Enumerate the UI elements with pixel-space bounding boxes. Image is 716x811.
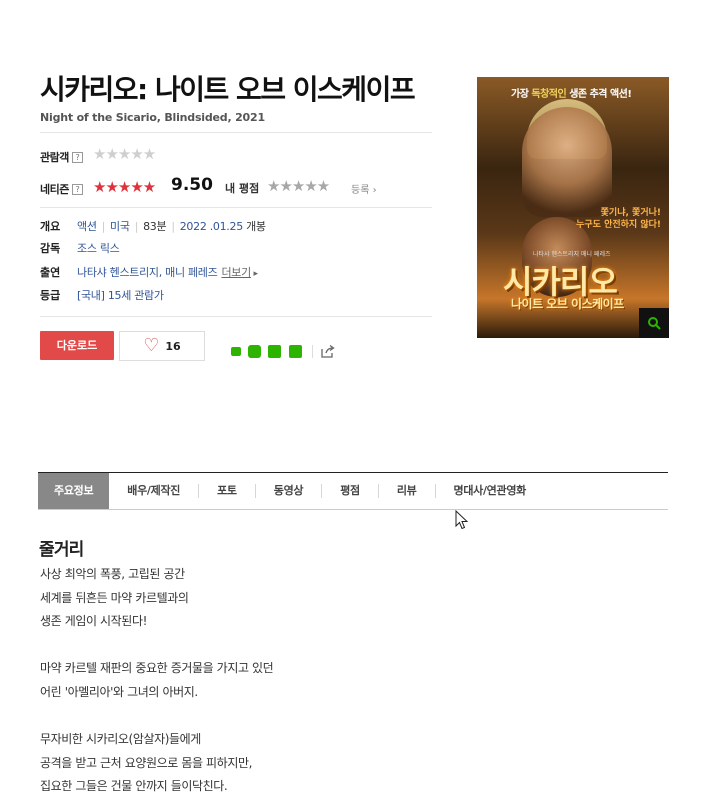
cast-label: 출연: [40, 266, 61, 279]
netizen-stars: ★★★★★: [93, 178, 156, 196]
divider: [40, 132, 432, 133]
director-link[interactable]: 조스 릭스: [77, 242, 120, 255]
synopsis-line: 마약 카르텔 재판의 중요한 증거물을 가지고 있던: [40, 661, 274, 676]
help-icon[interactable]: ?: [71, 184, 83, 195]
tab-bar: 주요정보 배우/제작진 포토 동영상 평점 리뷰 명대사/연관영화: [38, 472, 668, 510]
synopsis-line: 사상 최악의 폭풍, 고립된 공간: [40, 567, 185, 581]
synopsis-line: 무자비한 시카리오(암살자)들에게: [40, 732, 201, 747]
synopsis-title: 줄거리: [39, 540, 84, 560]
grade-region: [국내]: [77, 289, 105, 302]
more-cast-link[interactable]: 더보기: [221, 266, 251, 279]
synopsis-line: 집요한 그들은 건물 안까지 들이닥친다.: [40, 779, 228, 794]
synopsis-line: 세계를 뒤흔든 마약 카르텔과의: [40, 590, 189, 605]
runtime: 83분: [143, 220, 167, 233]
poster-subtitle: 나이트 오브 이스케이프: [511, 297, 624, 311]
help-icon[interactable]: ?: [71, 152, 83, 163]
synopsis-line: [40, 705, 273, 729]
tab-photo[interactable]: 포토: [199, 484, 256, 498]
mouse-cursor-icon: [455, 510, 469, 530]
tab-video[interactable]: 동영상: [256, 484, 323, 498]
audience-stars: ★★★★★: [93, 145, 156, 163]
divider: [312, 345, 313, 358]
movie-title: 시카리오: 나이트 오브 이스케이프: [40, 73, 416, 106]
synopsis-line: [40, 634, 273, 658]
like-button[interactable]: ♡ 16: [119, 331, 205, 361]
share-icon[interactable]: [320, 344, 335, 359]
my-rating-stars[interactable]: ★★★★★: [267, 178, 330, 194]
director-label: 감독: [40, 242, 61, 255]
tab-rating[interactable]: 평점: [322, 484, 379, 498]
grade-link[interactable]: 15세 관람가: [108, 289, 164, 302]
netizen-score: 9.50: [171, 175, 213, 195]
poster-figure: [522, 107, 612, 217]
netizen-rating-label: 네티즌?: [40, 181, 83, 197]
zoom-button[interactable]: [639, 308, 669, 338]
cast-link[interactable]: 나타샤 헨스트리지, 매니 페레즈: [77, 266, 218, 279]
movie-poster[interactable]: 가장 독창적인 생존 추격 액션! 쫓기냐, 쫓거나! 누구도 안전하지 않다!…: [477, 77, 669, 338]
poster-side-text: 쫓기냐, 쫓거나! 누구도 안전하지 않다!: [576, 208, 661, 230]
synopsis-line: 어린 '아멜리아'와 그녀의 아버지.: [40, 684, 198, 699]
keep-share-icon[interactable]: [289, 345, 302, 358]
like-count: 16: [165, 339, 181, 353]
tab-quotes-related[interactable]: 명대사/연관영화: [436, 484, 544, 498]
audience-rating-label: 관람객?: [40, 149, 83, 165]
heart-icon: ♡: [143, 335, 160, 356]
movie-subtitle: Night of the Sicario, Blindsided, 2021: [40, 111, 265, 124]
grade-label: 등급: [40, 289, 61, 302]
band-share-icon[interactable]: [248, 345, 261, 358]
divider: [40, 316, 432, 317]
chevron-right-icon: ›: [372, 185, 377, 196]
synopsis-line: 공격을 받고 근처 요양원으로 몸을 피하지만,: [40, 755, 253, 770]
synopsis-text: 사상 최악의 폭풍, 고립된 공간 세계를 뒤흔든 마약 카르텔과의 생존 게임…: [40, 563, 274, 799]
tab-main-info[interactable]: 주요정보: [38, 473, 110, 509]
tab-review[interactable]: 리뷰: [379, 484, 436, 498]
register-rating-link[interactable]: 등록 ›: [351, 181, 377, 196]
divider: [40, 207, 432, 208]
tab-cast-crew[interactable]: 배우/제작진: [109, 484, 200, 498]
synopsis-line: 생존 게임이 시작된다!: [40, 614, 148, 629]
search-icon: [648, 317, 661, 330]
overview-label: 개요: [40, 220, 61, 233]
line-share-icon[interactable]: [231, 347, 241, 356]
chevron-right-icon: ▸: [250, 269, 258, 279]
release-date-link[interactable]: 2022 .01.25: [180, 220, 243, 233]
bookmark-share-icon[interactable]: [268, 345, 281, 358]
release-suffix: 개봉: [246, 220, 266, 233]
overview-values: 액션 | 미국 | 83분 | 2022 .01.25 개봉: [77, 220, 266, 233]
country-link[interactable]: 미국: [110, 220, 130, 233]
poster-tagline: 가장 독창적인 생존 추격 액션!: [511, 89, 632, 100]
genre-link[interactable]: 액션: [77, 220, 97, 233]
download-button[interactable]: 다운로드: [40, 331, 114, 360]
my-rating-label: 내 평점: [225, 182, 260, 195]
